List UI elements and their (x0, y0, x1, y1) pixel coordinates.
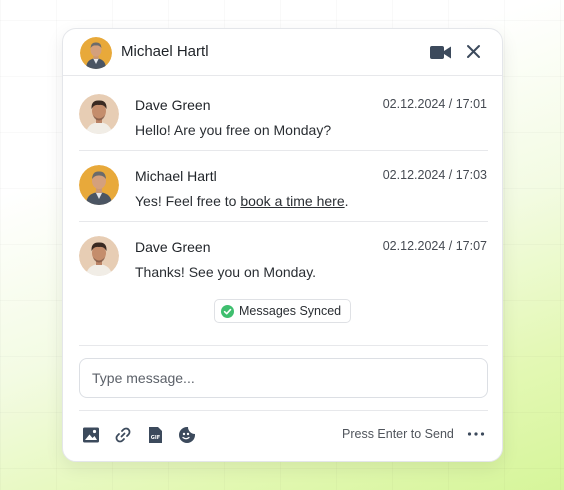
avatar-dave[interactable] (79, 236, 119, 276)
avatar-dave[interactable] (79, 94, 119, 134)
close-icon[interactable] (466, 44, 481, 59)
link-icon[interactable] (114, 426, 132, 444)
svg-text:GIF: GIF (151, 435, 160, 441)
header-contact-name: Michael Hartl (121, 43, 209, 60)
sync-status-label: Messages Synced (239, 304, 342, 318)
more-horizontal-icon[interactable] (467, 427, 485, 441)
gif-icon[interactable]: GIF (146, 426, 164, 444)
message-sender: Dave Green (135, 239, 211, 255)
header-avatar[interactable] (80, 37, 112, 69)
video-camera-icon[interactable] (429, 44, 452, 61)
send-hint: Press Enter to Send (342, 427, 454, 441)
chat-window: Michael Hartl Dave Green 02.12.2024 / 17… (62, 28, 503, 462)
message-timestamp: 02.12.2024 / 17:03 (382, 168, 487, 182)
message-timestamp: 02.12.2024 / 17:07 (382, 239, 487, 253)
avatar-michael[interactable] (79, 165, 119, 205)
sticker-icon[interactable] (178, 426, 196, 444)
sync-status-badge: Messages Synced (214, 299, 351, 323)
booking-link[interactable]: book a time here (240, 193, 344, 209)
message-text: Thanks! See you on Monday. (135, 264, 317, 280)
message-text: Hello! Are you free on Monday? (135, 122, 332, 138)
message-timestamp: 02.12.2024 / 17:01 (382, 97, 487, 111)
check-circle-icon (221, 305, 234, 318)
chat-header: Michael Hartl (63, 29, 502, 76)
message-item: Dave Green 02.12.2024 / 17:07 Thanks! Se… (79, 220, 487, 291)
message-text-after: . (344, 193, 349, 209)
composer-divider (79, 345, 488, 346)
message-text-before: Yes! Feel free to (135, 193, 241, 209)
message-text: Yes! Feel free to book a time here. (135, 193, 349, 209)
message-item: Dave Green 02.12.2024 / 17:01 Hello! Are… (79, 78, 487, 149)
toolbar-divider (79, 410, 488, 411)
message-sender: Dave Green (135, 97, 211, 113)
message-sender: Michael Hartl (135, 168, 217, 184)
message-item: Michael Hartl 02.12.2024 / 17:03 Yes! Fe… (79, 149, 487, 220)
message-input[interactable] (79, 358, 488, 398)
image-icon[interactable] (82, 426, 100, 444)
